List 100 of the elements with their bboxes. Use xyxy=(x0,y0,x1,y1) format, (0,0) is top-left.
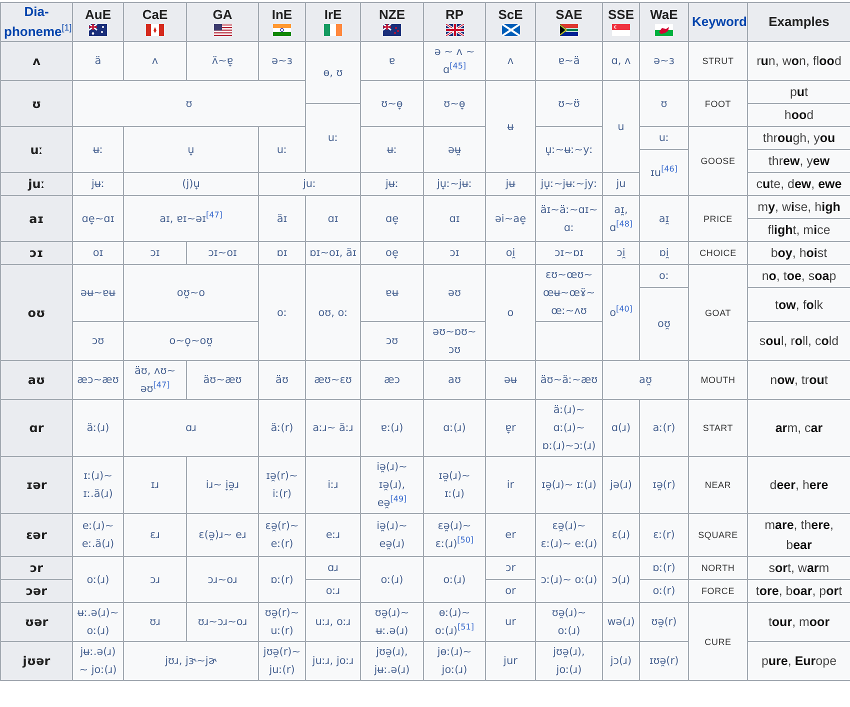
table-cell: jʉː xyxy=(72,172,124,196)
table-cell: ɵ, ʊ xyxy=(306,42,360,104)
keyword-cell: MOUTH xyxy=(688,360,748,400)
table-cell: (j)u̟ xyxy=(124,172,258,196)
phoneme-cell: jʊər xyxy=(0,642,72,681)
table-cell: äː(ɹ) xyxy=(72,400,124,457)
table-cell: ʊɹ~ɔɹ~oɹ xyxy=(186,602,258,642)
column-header[interactable]: Keyword xyxy=(688,2,748,42)
column-header[interactable]: Dia-phoneme$^{[1]}$ xyxy=(0,2,72,42)
table-cell: jɵː(ɹ)~ joː(ɹ) xyxy=(424,642,486,681)
table-cell: jur xyxy=(486,642,536,681)
table-cell: oː(r) xyxy=(640,580,688,603)
table-cell: jʊə̯(r)~ juː(r) xyxy=(258,642,306,681)
table-cell: ɔɪ xyxy=(424,242,486,265)
keyword-cell: CHOICE xyxy=(688,242,748,265)
table-cell: aː(r) xyxy=(640,400,688,457)
table-cell: oː(ɹ) xyxy=(360,556,424,603)
table-cell: ʊ~ɵ̞ xyxy=(360,80,424,127)
table-cell: eːɹ xyxy=(306,514,360,557)
table-cell: ɔɹ xyxy=(124,556,186,603)
table-cell: iːɹ xyxy=(306,456,360,514)
column-header: Examples xyxy=(748,2,850,42)
table-cell: ʌ xyxy=(486,42,536,81)
table-cell: ɪɹ xyxy=(124,456,186,514)
flag-icon xyxy=(214,24,232,36)
table-cell: ɔ(ɹ) xyxy=(602,556,640,603)
table-cell: ʊ~ɵ̞ xyxy=(424,80,486,127)
phoneme-cell: oʊ xyxy=(0,264,72,361)
table-cell: äʊ, ʌʊ~əʊ$^{[47]}$ xyxy=(124,360,186,400)
table-cell: ə ~ ʌ ~ ɑ$^{[45]}$ xyxy=(424,42,486,81)
table-cell: wə(ɹ) xyxy=(602,602,640,642)
table-cell: jə(ɹ) xyxy=(602,456,640,514)
table-cell: oʊ, oː xyxy=(306,264,360,361)
table-cell: ɛɹ xyxy=(124,514,186,557)
column-header: WaE xyxy=(640,2,688,42)
phoneme-cell: aʊ xyxy=(0,360,72,400)
table-cell: o xyxy=(486,264,536,361)
table-cell: äɪ~äː~ɑɪ~ɑː xyxy=(536,196,602,242)
table-cell: jʉː.ə(ɹ)~ joː(ɹ) xyxy=(72,642,124,681)
table-cell: ɪə̯(ɹ)~ ɪː(ɹ) xyxy=(424,456,486,514)
table-cell: ir xyxy=(486,456,536,514)
table-cell: ʉː.ə(ɹ)~ oː(ɹ) xyxy=(72,602,124,642)
table-cell: ʉ xyxy=(486,80,536,173)
table-cell: ɛː(r) xyxy=(640,514,688,557)
table-cell: ɐ~ä xyxy=(536,42,602,81)
table-cell: ɐ̞r xyxy=(486,400,536,457)
table-cell: əʉ~ɐʉ xyxy=(72,264,124,322)
table-cell: ʉː xyxy=(72,126,124,173)
column-header: AuE xyxy=(72,2,124,42)
table-cell: jʊə̯(ɹ), jʉː.ə(ɹ) xyxy=(360,642,424,681)
table-cell: o$^{[40]}$ xyxy=(602,264,640,361)
table-cell: ur xyxy=(486,602,536,642)
table-cell: ʊə̯(ɹ)~ oː(ɹ) xyxy=(536,602,602,642)
table-cell: äʊ~äː~æʊ xyxy=(536,360,602,400)
table-cell: ju̟ː~jʉː xyxy=(424,172,486,196)
column-header: ScE xyxy=(486,2,536,42)
phoneme-cell: ʊər xyxy=(0,602,72,642)
column-header: NZE xyxy=(360,2,424,42)
table-cell: ɒɪ~oɪ, äɪ xyxy=(306,242,360,265)
keyword-cell: STRUT xyxy=(688,42,748,81)
table-cell: ɪə̯(r)~ iː(r) xyxy=(258,456,306,514)
table-cell: əʉ xyxy=(486,360,536,400)
table-cell: aɪ̯ xyxy=(640,196,688,242)
table-cell: ɒɪ xyxy=(258,242,306,265)
table-cell: oː(ɹ) xyxy=(424,556,486,603)
table-cell: ʊə̯(r)~ uː(r) xyxy=(258,602,306,642)
table-cell: aːɹ~ äːɹ xyxy=(306,400,360,457)
flag-icon xyxy=(655,24,673,36)
table-cell: ə~ɜ xyxy=(640,42,688,81)
column-header: InE xyxy=(258,2,306,42)
table-cell: ʊə̯(r) xyxy=(640,602,688,642)
phoneme-cell: ɛər xyxy=(0,514,72,557)
table-cell: əʊ xyxy=(424,264,486,322)
table-cell: ɑɹ xyxy=(306,556,360,580)
table-cell: ju̟ː~jʉː~jyː xyxy=(536,172,602,196)
table-cell: ɑɪ xyxy=(424,196,486,242)
table-cell: ɪː(ɹ)~ ɪː.ä(ɹ) xyxy=(72,456,124,514)
table-cell: ʌ̈~ɐ̞ xyxy=(186,42,258,81)
phoneme-cell: ʊ xyxy=(0,80,72,127)
keyword-cell: NEAR xyxy=(688,456,748,514)
table-cell: ɑ, ʌ xyxy=(602,42,640,81)
table-cell: æɔ~æʊ xyxy=(72,360,124,400)
table-cell: ɐ xyxy=(360,42,424,81)
table-cell: iə̯(ɹ)~ ɪə̯(ɹ), eə̯$^{[49]}$ xyxy=(360,456,424,514)
table-cell: ɔi̯ xyxy=(602,242,640,265)
table-cell: ɒː(r) xyxy=(258,556,306,603)
table-cell: ʉː xyxy=(360,126,424,173)
column-header: SAE xyxy=(536,2,602,42)
column-header: GA xyxy=(186,2,258,42)
keyword-cell: FOOT xyxy=(688,80,748,127)
column-header: RP xyxy=(424,2,486,42)
table-cell: ɔr xyxy=(486,556,536,580)
table-cell: əi~ae̞ xyxy=(486,196,536,242)
table-cell: oʊ̯~o xyxy=(124,264,258,322)
column-header: IrE xyxy=(306,2,360,42)
keyword-cell: PRICE xyxy=(688,196,748,242)
table-cell: äɪ xyxy=(258,196,306,242)
table-cell: juː xyxy=(258,172,360,196)
table-cell: jʊɹ, jɝ~jɚ xyxy=(124,642,258,681)
phoneme-cell: juː xyxy=(0,172,72,196)
